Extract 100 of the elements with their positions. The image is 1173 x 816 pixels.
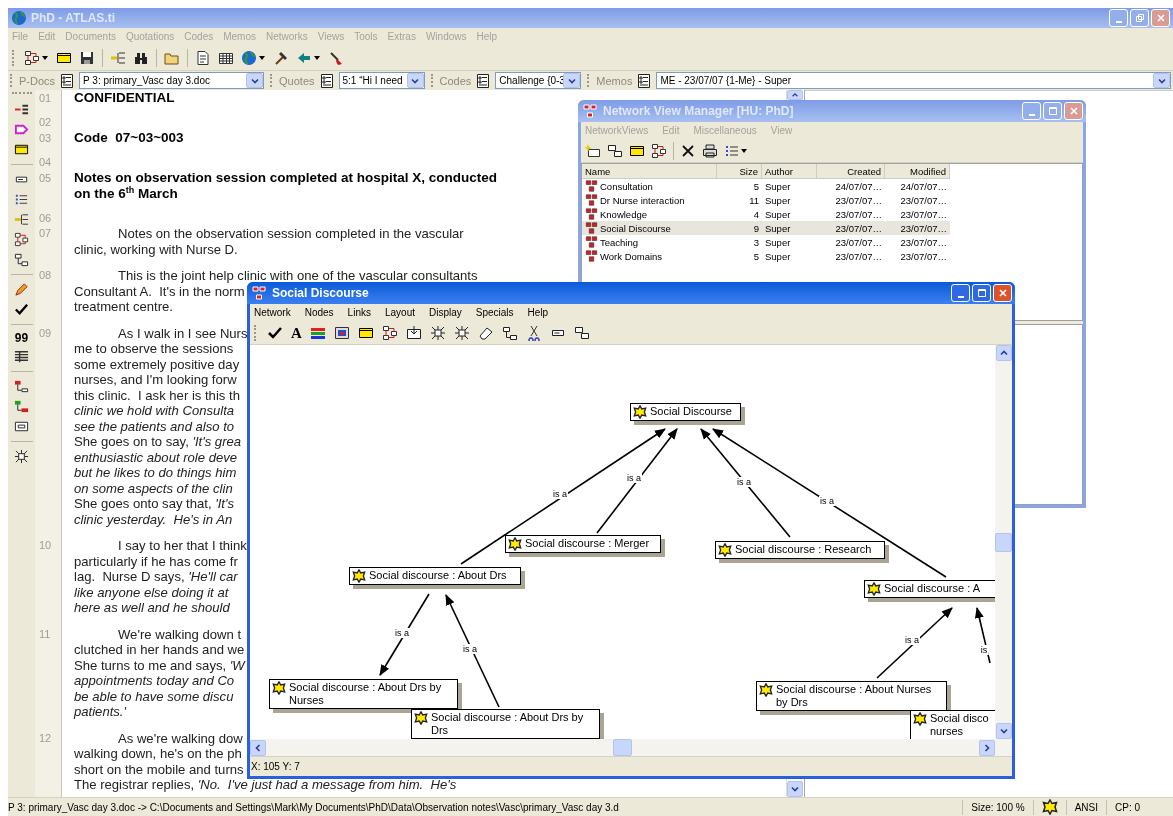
scroll-left-button[interactable] [250, 739, 266, 756]
globe-icon[interactable] [241, 49, 257, 66]
brush-icon[interactable] [328, 49, 344, 66]
list-document-icon[interactable] [59, 72, 76, 89]
nodes-icon[interactable] [573, 324, 590, 341]
window-title: Network View Manager [HU: PhD] [603, 104, 794, 118]
link-label: is a [626, 473, 642, 483]
list-icon[interactable] [14, 192, 29, 207]
image-icon[interactable] [333, 324, 350, 341]
text-line: see the patients and also to [74, 418, 235, 434]
scissors-icon[interactable] [525, 324, 542, 341]
link-label: is a [736, 477, 752, 487]
link-icon[interactable] [14, 379, 29, 394]
cursor-coordinates: X: 105 Y: 7 [251, 761, 300, 772]
list-document-icon[interactable] [318, 72, 335, 89]
star-icon [272, 681, 286, 695]
grid-icon[interactable] [14, 449, 29, 464]
link-arrow[interactable] [974, 606, 991, 664]
quote-button[interactable]: 99 [14, 331, 29, 345]
menu-item[interactable]: Help [527, 307, 549, 318]
chevron-icon [790, 784, 800, 794]
menu-item[interactable]: Nodes [304, 307, 334, 318]
menu-item[interactable]: Network [254, 307, 291, 318]
table-cell: 23/07/07… [835, 250, 882, 262]
document-icon[interactable] [195, 49, 211, 66]
network-icon[interactable] [14, 232, 29, 247]
link-arrow[interactable] [379, 593, 430, 676]
menu-item[interactable]: Layout [384, 307, 415, 318]
dropdown[interactable]: P 3: primary_Vasc day 3.doc [79, 72, 265, 89]
link-arrow[interactable] [460, 428, 666, 565]
network-icon [585, 208, 598, 220]
text-line: treatment centre. [74, 299, 173, 315]
scrollbar[interactable] [250, 739, 1012, 756]
scroll-thumb[interactable] [995, 532, 1012, 552]
star-icon [1041, 799, 1058, 815]
text-line: clinic, working with Nurse D. [74, 241, 238, 257]
table-cell: Teaching [600, 236, 639, 248]
column-header[interactable]: Author [762, 164, 817, 178]
code-node[interactable]: Social disco nurses [910, 710, 995, 739]
menu-item[interactable]: Links [347, 307, 371, 318]
text-line: clinic we hold with Consulta [74, 403, 235, 419]
link-arrow[interactable] [700, 428, 791, 538]
scroll-thumb[interactable] [613, 739, 632, 756]
link-icon[interactable] [501, 324, 518, 341]
network-icon[interactable] [24, 49, 40, 66]
star-icon [759, 683, 773, 697]
scrollbar[interactable] [995, 345, 1012, 739]
network-icon[interactable] [381, 324, 398, 341]
check-icon[interactable] [14, 302, 29, 317]
scroll-down-button[interactable] [995, 723, 1012, 739]
list-document-icon[interactable] [636, 72, 653, 89]
scroll-up-button[interactable] [995, 345, 1012, 361]
text-line: this clinic. I ask her is this th [74, 387, 240, 403]
text-line: nurses, and I'm looking forw [74, 372, 237, 388]
link-arrow[interactable] [876, 607, 953, 679]
column-header[interactable]: Modified [885, 164, 950, 178]
scroll-down-button[interactable] [787, 781, 803, 797]
minimize-button[interactable] [951, 284, 970, 302]
table-cell: 23/07/07… [835, 236, 882, 248]
frame-icon[interactable] [14, 419, 29, 434]
table-cell: 23/07/07… [835, 208, 882, 220]
grid-icon[interactable] [453, 324, 470, 341]
column-header[interactable]: Name [582, 164, 717, 178]
close-button[interactable] [993, 284, 1012, 302]
network-icon [582, 103, 598, 119]
text-line: Notes on observation session completed at hospital X, conducted [74, 170, 498, 186]
maximize-button[interactable] [972, 284, 991, 302]
column-header[interactable]: Size [717, 164, 762, 178]
table-cell: 24/07/07… [835, 180, 882, 192]
window-title: PhD - ATLAS.ti [31, 11, 115, 25]
link-arrow[interactable] [445, 594, 500, 708]
text-line: on the 6$^{th}$ March [74, 186, 178, 202]
hammer-icon[interactable] [273, 49, 289, 66]
note-icon[interactable] [14, 142, 29, 157]
star-icon [352, 569, 366, 583]
import-icon[interactable] [405, 324, 422, 341]
tree-icon[interactable] [14, 212, 29, 227]
dropdown[interactable]: ME - 23/07/07 {1-Me} - Super [656, 72, 1171, 89]
dropdown[interactable]: 5:1 “Hi I need [338, 72, 425, 89]
link-icon[interactable] [14, 252, 29, 267]
menu-item[interactable]: Display [429, 307, 462, 318]
grid-icon[interactable] [429, 324, 446, 341]
table-cell: Work Domains [600, 250, 663, 262]
pen-icon[interactable] [14, 282, 29, 297]
table-cell: 24/07/07… [900, 180, 947, 192]
arrow-list-icon[interactable] [14, 102, 29, 117]
list-document-icon[interactable] [475, 72, 492, 89]
column-header[interactable]: Created [817, 164, 885, 178]
font-button[interactable]: A [291, 324, 302, 341]
text-lines-icon[interactable] [14, 349, 29, 364]
tag-icon[interactable] [14, 122, 29, 137]
menu-item[interactable]: Specials [475, 307, 514, 318]
table-cell: Social Discourse [600, 222, 671, 234]
network-icon [585, 236, 598, 248]
save-icon[interactable] [79, 49, 95, 66]
text-line: The registrar replies, 'No. I've just had a message from him. He's [74, 777, 457, 793]
link-arrow[interactable] [712, 428, 947, 578]
encoding: ANSI [1065, 799, 1106, 815]
scroll-right-button[interactable] [979, 739, 995, 756]
link-arrow[interactable] [596, 428, 678, 534]
